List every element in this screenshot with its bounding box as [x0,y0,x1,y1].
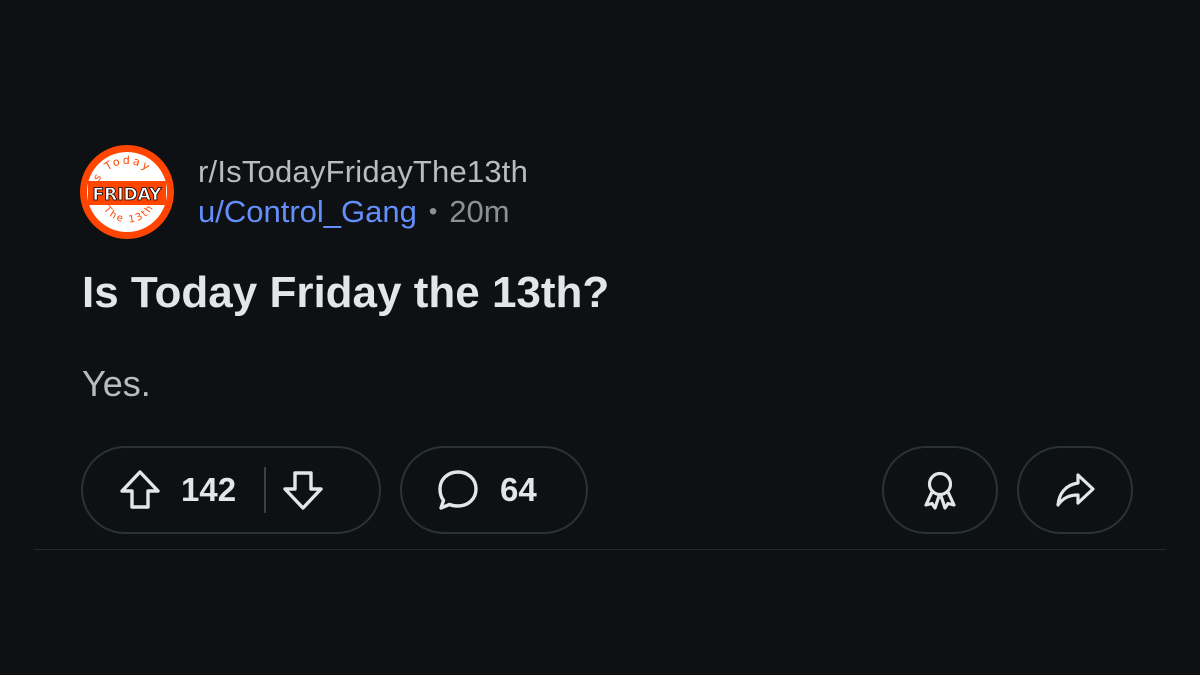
subreddit-avatar[interactable]: Is Today FRIDAY The 13th? [80,145,174,239]
post-divider [34,549,1166,550]
share-button[interactable] [1017,446,1133,534]
post-age: 20m [449,194,510,229]
post-header: Is Today FRIDAY The 13th? r/IsTodayFrida… [80,145,528,239]
upvote-arrow-icon[interactable] [117,467,163,513]
downvote-arrow-icon[interactable] [280,467,326,513]
vote-bar: 142 [81,446,381,534]
comments-button[interactable]: 64 [400,446,588,534]
author-link[interactable]: u/Control_Gang [198,192,417,232]
vote-count: 142 [181,471,237,508]
vote-divider [264,467,267,513]
post-meta: r/IsTodayFridayThe13th u/Control_Gang • … [198,152,528,232]
comment-count: 64 [500,471,537,508]
subreddit-link[interactable]: r/IsTodayFridayThe13th [198,152,528,192]
comment-bubble-icon [434,466,482,514]
share-arrow-icon [1052,467,1098,513]
post-title[interactable]: Is Today Friday the 13th? [82,264,609,322]
post-body: Yes. [82,363,151,404]
meta-separator: • [428,198,438,225]
subreddit-logo-icon: Is Today FRIDAY The 13th? [87,152,167,232]
byline: u/Control_Gang • 20m [198,192,528,232]
award-ribbon-icon [917,467,963,513]
award-button[interactable] [882,446,998,534]
post-card: Is Today FRIDAY The 13th? r/IsTodayFrida… [0,0,1200,675]
